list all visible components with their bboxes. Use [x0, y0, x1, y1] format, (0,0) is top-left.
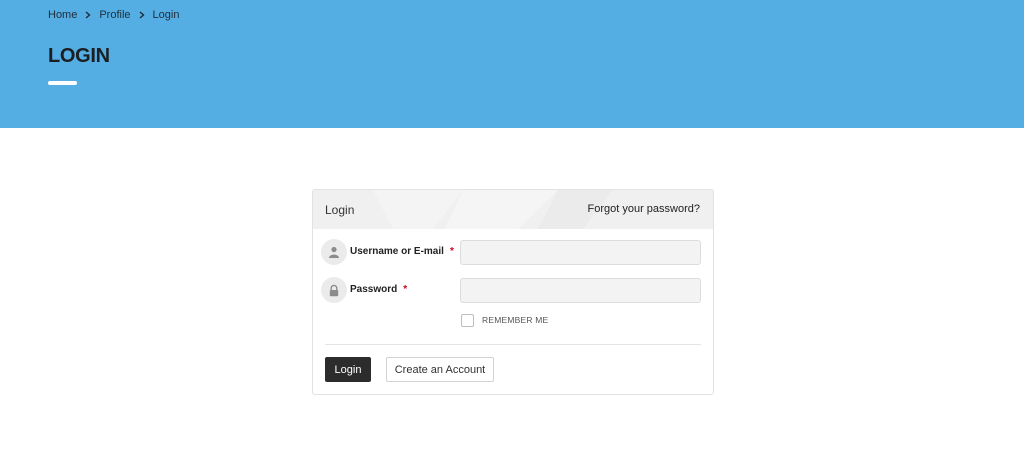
page-hero: Home Profile Login LOGIN: [0, 0, 1024, 128]
form-divider: [325, 344, 701, 345]
breadcrumb-home-link[interactable]: Home: [48, 9, 77, 21]
login-panel: Login Forgot your password? Username or …: [312, 189, 714, 395]
chevron-right-icon: [135, 11, 149, 19]
breadcrumb-current: Login: [152, 9, 180, 21]
username-label-text: Username or E-mail: [350, 246, 444, 257]
remember-me-label[interactable]: REMEMBER ME: [482, 315, 548, 325]
create-account-button[interactable]: Create an Account: [386, 357, 494, 382]
breadcrumb: Home Profile Login: [48, 9, 179, 21]
page-title: LOGIN: [48, 45, 110, 67]
required-indicator: *: [449, 246, 454, 257]
login-panel-header: Login Forgot your password?: [313, 190, 713, 229]
forgot-password-link[interactable]: Forgot your password?: [588, 203, 701, 215]
password-input[interactable]: [460, 278, 701, 303]
password-label-text: Password: [350, 284, 398, 295]
remember-me-checkbox[interactable]: [461, 314, 474, 327]
chevron-right-icon: [81, 11, 95, 19]
login-button[interactable]: Login: [325, 357, 371, 382]
user-icon: [321, 239, 347, 265]
username-input[interactable]: [460, 240, 701, 265]
login-panel-title: Login: [325, 203, 355, 217]
required-indicator: *: [403, 284, 408, 295]
password-label: Password *: [350, 284, 407, 295]
lock-icon: [321, 277, 347, 303]
username-label: Username or E-mail *: [350, 246, 454, 257]
breadcrumb-profile-link[interactable]: Profile: [99, 9, 130, 21]
title-underline: [48, 81, 77, 85]
